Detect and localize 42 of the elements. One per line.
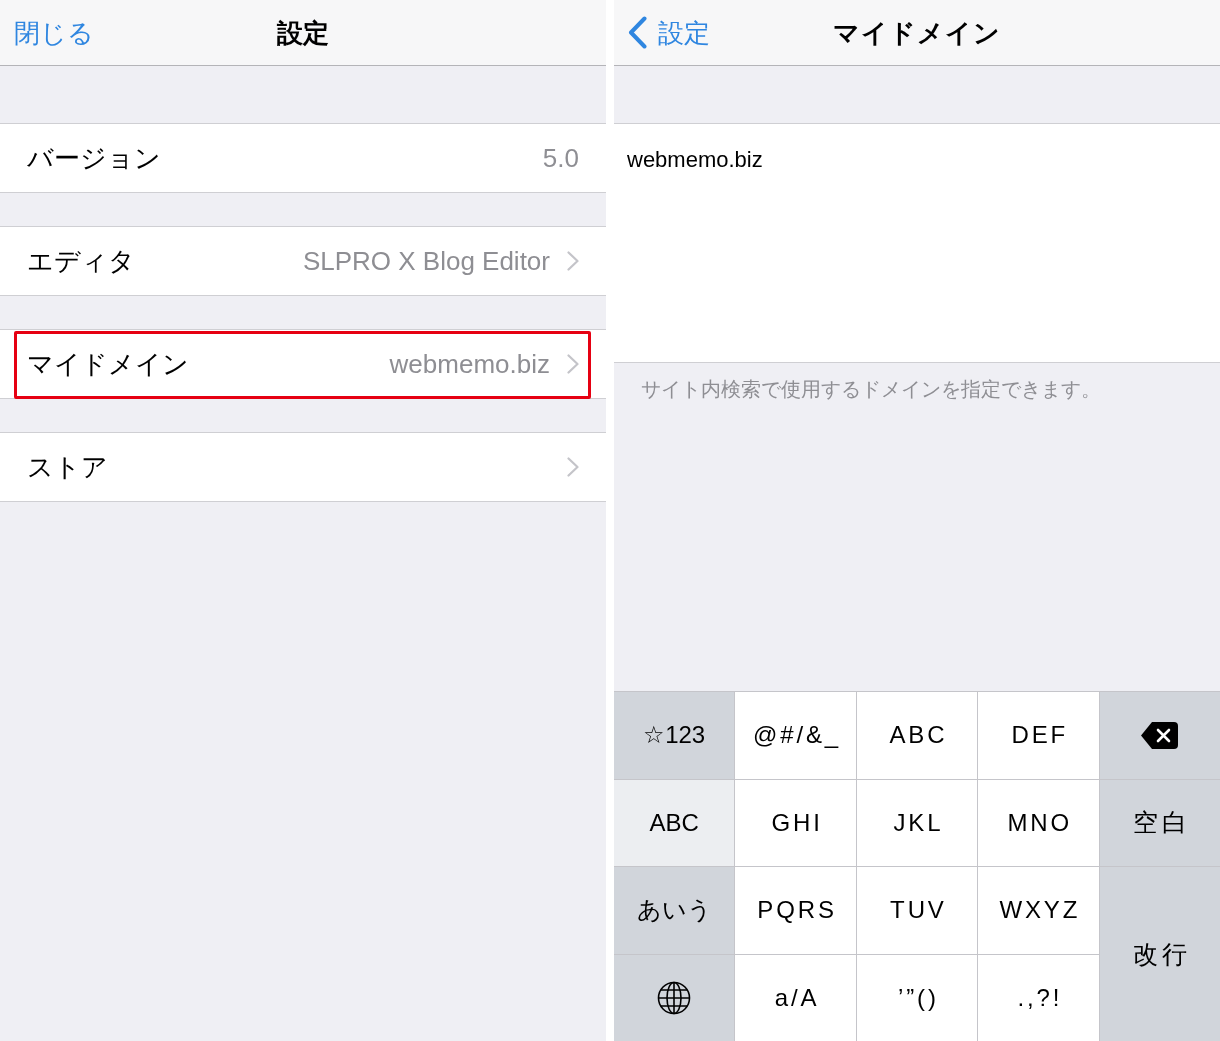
keyboard-key[interactable] <box>614 954 735 1041</box>
row-label: マイドメイン <box>27 351 189 377</box>
footer-note: サイト内検索で使用するドメインを指定できます。 <box>641 377 1101 402</box>
settings-row[interactable]: バージョン 5.0 <box>0 123 606 193</box>
keyboard-key[interactable]: TUV <box>856 867 978 954</box>
globe-icon <box>657 980 692 1015</box>
screen-title: 設定 <box>277 19 329 46</box>
keyboard-key[interactable]: a/A <box>735 954 856 1041</box>
chevron-right-icon <box>567 251 579 271</box>
close-button[interactable]: 閉じる <box>14 19 94 46</box>
chevron-right-icon <box>567 457 579 477</box>
keyboard-key[interactable]: PQRS <box>735 867 856 954</box>
chevron-left-icon <box>628 16 648 49</box>
keyboard-key[interactable]: 空白 <box>1099 779 1220 866</box>
text-area[interactable]: webmemo.biz <box>614 123 1220 363</box>
keyboard-key[interactable]: WXYZ <box>978 867 1099 954</box>
keyboard-key[interactable]: GHI <box>735 779 856 866</box>
keyboard-key[interactable]: あいう <box>614 867 735 954</box>
row-label: ストア <box>27 454 108 480</box>
screen-title: マイドメイン <box>832 19 1002 46</box>
chevron-right-icon <box>567 354 579 374</box>
keyboard-key[interactable]: ☆123 <box>614 692 735 779</box>
keyboard-key[interactable]: ’”() <box>856 954 978 1041</box>
row-value: SLPRO X Blog Editor <box>302 248 550 274</box>
keyboard-key[interactable]: MNO <box>978 779 1099 866</box>
settings-row[interactable]: ストア <box>0 432 606 502</box>
back-button[interactable]: 設定 <box>628 16 710 49</box>
keyboard-key[interactable] <box>1099 692 1220 779</box>
row-label: エディタ <box>27 248 135 274</box>
keyboard-key[interactable]: DEF <box>978 692 1099 779</box>
backspace-icon <box>1141 721 1179 749</box>
keyboard-key[interactable]: ABC <box>614 779 735 866</box>
keyboard-key[interactable]: ABC <box>856 692 978 779</box>
keyboard-key[interactable]: JKL <box>856 779 978 866</box>
settings-row[interactable]: エディタ SLPRO X Blog Editor <box>0 226 606 296</box>
keyboard-key[interactable]: @#/&_ <box>735 692 856 779</box>
row-value: webmemo.biz <box>389 351 550 377</box>
settings-row[interactable]: マイドメイン webmemo.biz <box>0 329 606 399</box>
row-label: バージョン <box>27 145 161 171</box>
row-value: 5.0 <box>542 145 579 171</box>
keyboard-key[interactable]: .,?! <box>978 954 1099 1041</box>
keyboard-key[interactable]: 改行 <box>1099 867 1220 1041</box>
